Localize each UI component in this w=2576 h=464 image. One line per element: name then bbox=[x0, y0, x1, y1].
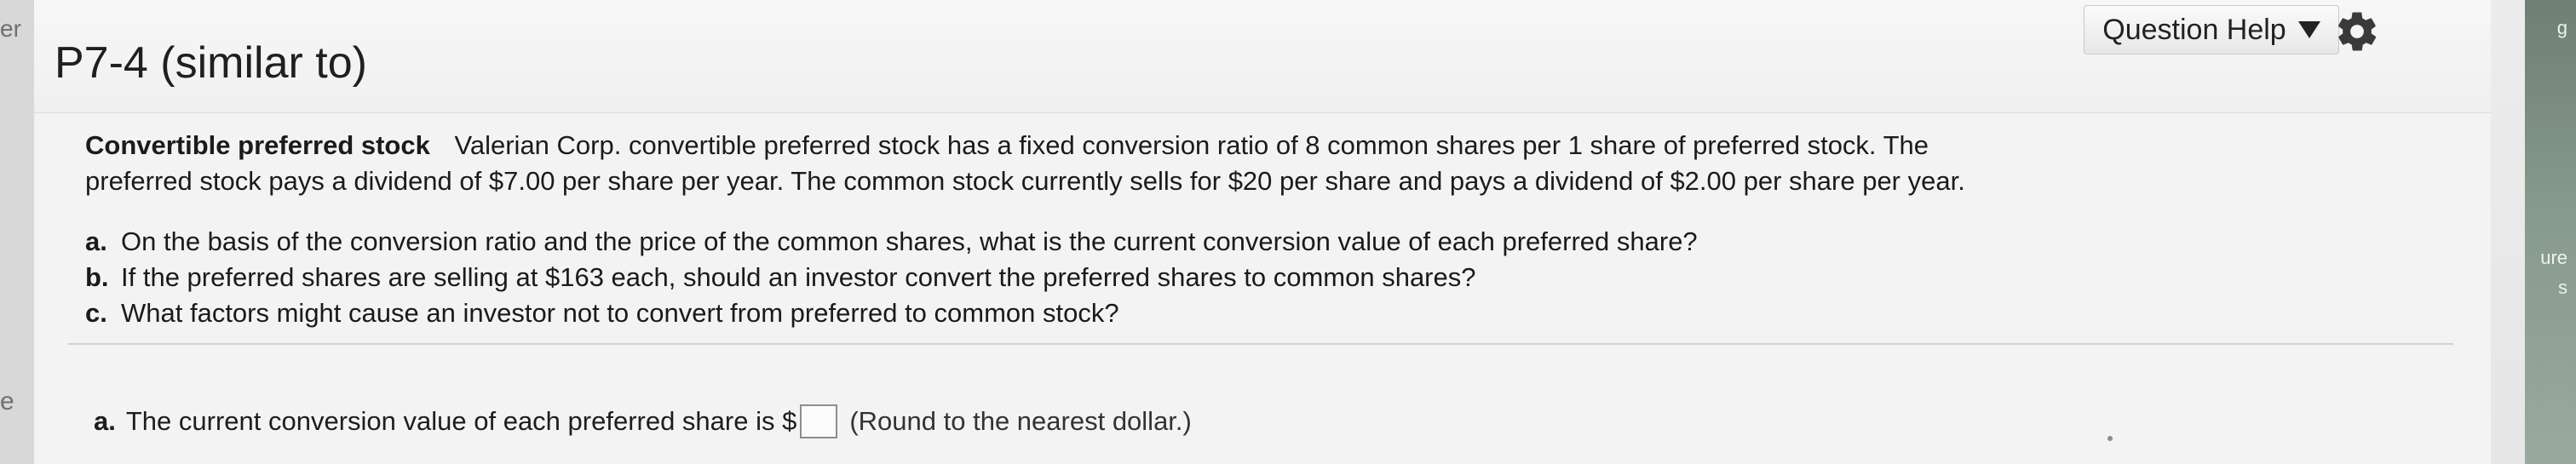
question-text-c: What factors might cause an investor not… bbox=[121, 298, 1119, 328]
left-gutter: er e bbox=[0, 0, 35, 464]
right-strip-label-mid: ure bbox=[2540, 247, 2567, 268]
screen: er e P7-4 (similar to) Question Help Con… bbox=[0, 0, 2576, 464]
problem-line-1: Convertible preferred stock Valerian Cor… bbox=[85, 128, 2300, 163]
gear-icon[interactable] bbox=[2334, 9, 2380, 54]
question-letter-a: a. bbox=[85, 226, 107, 256]
question-text-a: On the basis of the conversion ratio and… bbox=[121, 226, 1698, 256]
answer-row: a. The current conversion value of each … bbox=[94, 404, 1192, 438]
problem-text-line-1: Valerian Corp. convertible preferred sto… bbox=[454, 130, 1929, 160]
question-letter-b: b. bbox=[85, 262, 109, 292]
problem-statement: Convertible preferred stock Valerian Cor… bbox=[85, 128, 2300, 199]
question-item-b: b. If the preferred shares are selling a… bbox=[85, 260, 2215, 295]
answer-letter: a. bbox=[94, 406, 116, 436]
question-letter-c: c. bbox=[85, 298, 107, 328]
question-help-button[interactable]: Question Help bbox=[2084, 5, 2339, 54]
left-gutter-text-bottom: e bbox=[0, 387, 14, 415]
conversion-value-input[interactable] bbox=[800, 404, 838, 438]
question-list: a. On the basis of the conversion ratio … bbox=[85, 224, 2215, 331]
right-side-panel: g ure s bbox=[2525, 0, 2576, 464]
section-divider bbox=[68, 343, 2453, 345]
right-strip-label-low: s bbox=[2558, 277, 2567, 298]
question-title: P7-4 (similar to) bbox=[55, 38, 367, 88]
question-help-label: Question Help bbox=[2102, 13, 2286, 46]
question-text-b: If the preferred shares are selling at $… bbox=[121, 262, 1476, 292]
problem-text-line-2: preferred stock pays a dividend of $7.00… bbox=[85, 166, 1965, 196]
rounding-hint: (Round to the nearest dollar.) bbox=[849, 406, 1192, 436]
question-header: P7-4 (similar to) Question Help bbox=[34, 0, 2491, 113]
small-dot bbox=[2107, 436, 2113, 441]
question-panel: P7-4 (similar to) Question Help Converti… bbox=[34, 0, 2491, 464]
question-item-c: c. What factors might cause an investor … bbox=[85, 295, 2215, 331]
triangle-down-icon bbox=[2297, 21, 2320, 38]
right-strip-label-top: g bbox=[2556, 17, 2567, 38]
problem-lead: Convertible preferred stock bbox=[85, 130, 430, 160]
question-item-a: a. On the basis of the conversion ratio … bbox=[85, 224, 2215, 260]
answer-text: The current conversion value of each pre… bbox=[125, 406, 797, 436]
left-gutter-text-top: er bbox=[0, 15, 21, 42]
